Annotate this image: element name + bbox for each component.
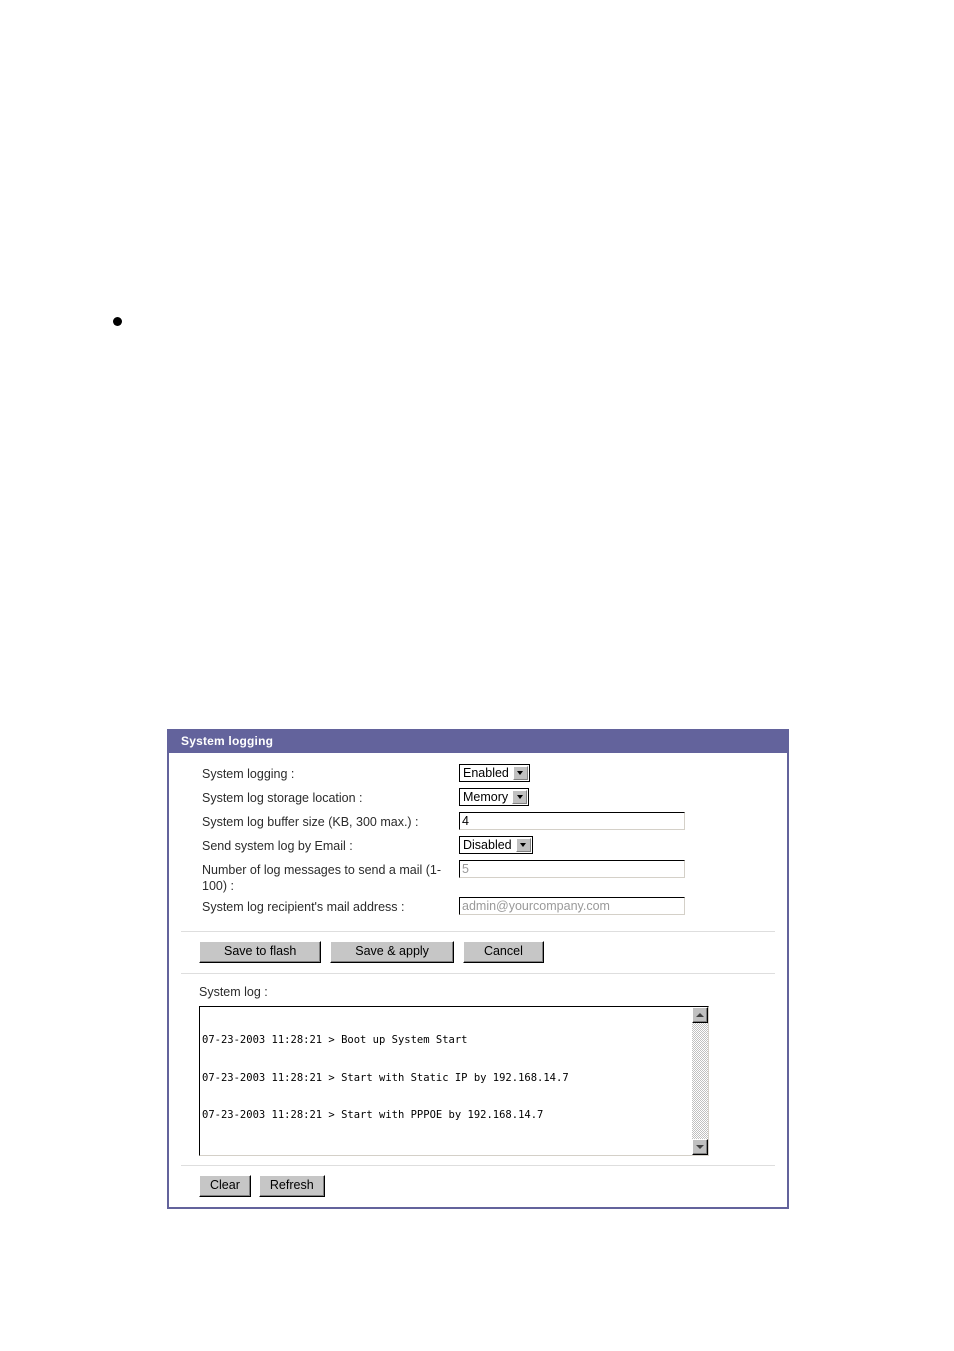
clear-log-button[interactable]: Clear: [199, 1175, 251, 1197]
system-logging-select[interactable]: Enabled: [459, 764, 530, 782]
chevron-down-icon[interactable]: [515, 838, 531, 852]
system-logging-panel: System logging System logging : Enabled …: [167, 729, 789, 1209]
log-spacer: [169, 1156, 787, 1165]
form-row-send-by-email: Send system log by Email : Disabled: [169, 836, 787, 860]
messages-per-mail-input[interactable]: [459, 860, 685, 878]
document-bullet-marker: [113, 317, 122, 326]
log-action-bar: Clear Refresh: [169, 1166, 787, 1207]
label-storage-location: System log storage location :: [202, 791, 363, 805]
form-row-system-logging: System logging : Enabled: [169, 764, 787, 788]
scroll-up-arrow-icon[interactable]: [692, 1007, 708, 1023]
chevron-down-icon[interactable]: [512, 766, 528, 780]
control-system-logging: Enabled: [459, 764, 787, 782]
system-log-textarea[interactable]: 07-23-2003 11:28:21 > Boot up System Sta…: [199, 1006, 709, 1156]
form-row-messages-per-mail: Number of log messages to send a mail (1…: [169, 860, 787, 897]
label-buffer-size: System log buffer size (KB, 300 max.) :: [202, 815, 419, 829]
send-by-email-select[interactable]: Disabled: [459, 836, 533, 854]
form-row-storage-location: System log storage location : Memory: [169, 788, 787, 812]
log-line: 07-23-2003 11:28:21 > Boot up System Sta…: [202, 1034, 468, 1046]
send-by-email-select-value: Disabled: [463, 838, 512, 852]
recipient-address-input[interactable]: [459, 897, 685, 915]
system-log-section: System log : 07-23-2003 11:28:21 > Boot …: [169, 974, 787, 1207]
cancel-button[interactable]: Cancel: [462, 941, 544, 963]
label-send-by-email: Send system log by Email :: [202, 839, 353, 853]
form-row-buffer-size: System log buffer size (KB, 300 max.) :: [169, 812, 787, 836]
label-messages-per-mail: Number of log messages to send a mail (1…: [202, 863, 441, 893]
chevron-down-icon[interactable]: [512, 790, 528, 804]
control-messages-per-mail: [459, 860, 787, 878]
refresh-log-button[interactable]: Refresh: [258, 1175, 325, 1197]
system-log-caption: System log :: [199, 985, 268, 999]
system-log-content: 07-23-2003 11:28:21 > Boot up System Sta…: [200, 1007, 691, 1155]
log-line: 07-23-2003 11:28:21 > Start with Static …: [202, 1071, 569, 1084]
storage-location-select-value: Memory: [463, 790, 509, 804]
panel-title: System logging: [169, 731, 787, 753]
control-send-by-email: Disabled: [459, 836, 787, 854]
form-action-bar: Save to flash Save & apply Cancel: [169, 932, 787, 973]
form-row-recipient-address: System log recipient's mail address :: [169, 897, 787, 921]
log-line: 07-23-2003 11:28:21 > Start with PPPOE b…: [202, 1109, 544, 1121]
settings-form: System logging : Enabled System log stor…: [169, 753, 787, 931]
scroll-down-arrow-icon[interactable]: [692, 1139, 708, 1155]
label-recipient-address: System log recipient's mail address :: [202, 900, 405, 914]
panel-body: System logging : Enabled System log stor…: [169, 753, 787, 1207]
storage-location-select[interactable]: Memory: [459, 788, 530, 806]
system-logging-select-value: Enabled: [463, 766, 509, 780]
control-storage-location: Memory: [459, 788, 787, 806]
control-buffer-size: [459, 812, 787, 830]
label-system-logging: System logging :: [202, 767, 295, 781]
control-recipient-address: [459, 897, 787, 915]
buffer-size-input[interactable]: [459, 812, 685, 830]
scrollbar-track[interactable]: [692, 1023, 708, 1139]
save-and-apply-button[interactable]: Save & apply: [330, 941, 454, 963]
system-log-scrollbar[interactable]: [691, 1007, 708, 1155]
save-to-flash-button[interactable]: Save to flash: [199, 941, 322, 963]
